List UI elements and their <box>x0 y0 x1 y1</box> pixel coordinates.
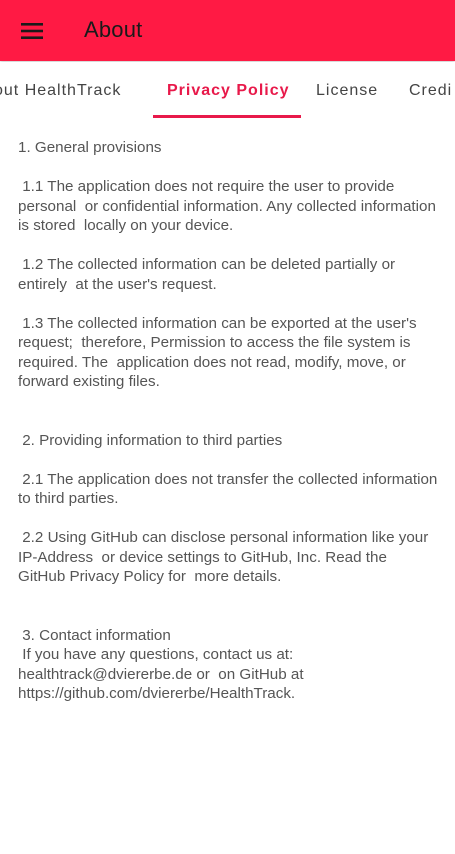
active-tab-indicator <box>153 115 301 118</box>
privacy-policy-text: 1. General provisions 1.1 The applicatio… <box>18 139 438 702</box>
tab-bar: out HealthTrack Privacy Policy License C… <box>0 62 455 120</box>
page-title: About <box>84 17 143 42</box>
hamburger-menu-icon <box>21 22 43 40</box>
tab-privacy-policy[interactable]: Privacy Policy <box>167 82 290 100</box>
app-bar: About <box>0 0 455 61</box>
tab-about-healthtrack[interactable]: out HealthTrack <box>0 82 121 100</box>
tab-license[interactable]: License <box>316 82 378 100</box>
tab-credits[interactable]: Credi <box>409 82 452 100</box>
menu-button[interactable] <box>10 9 54 53</box>
